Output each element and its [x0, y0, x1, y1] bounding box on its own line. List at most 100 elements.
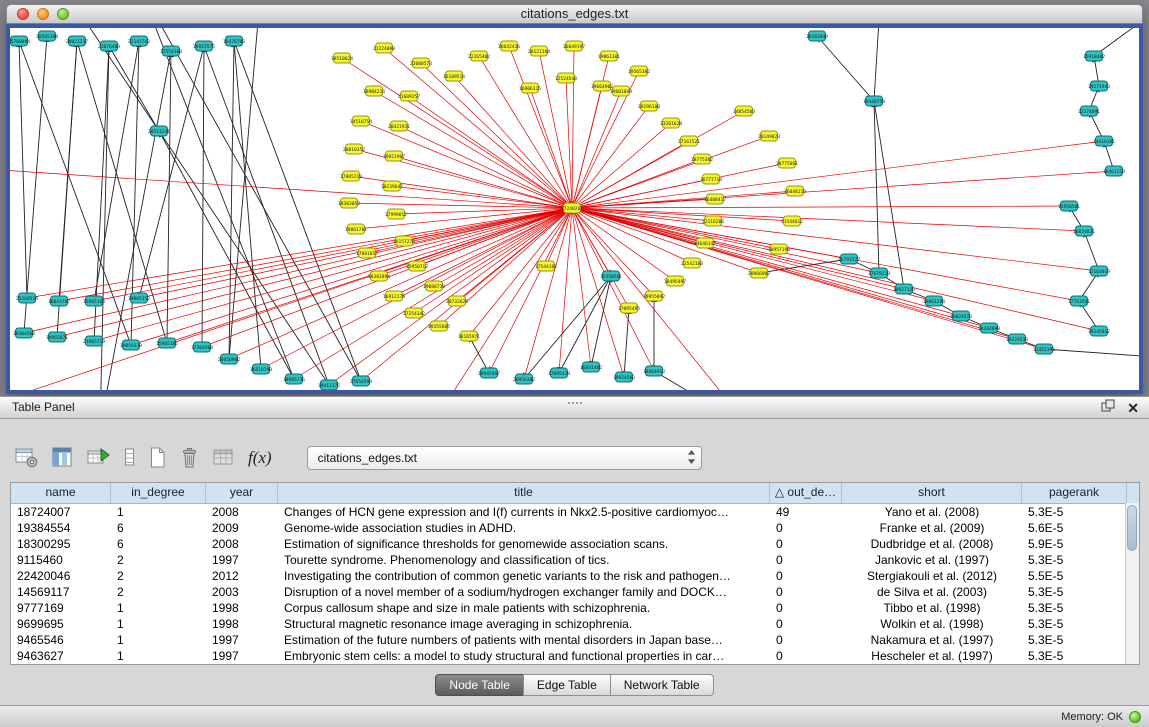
network-node[interactable]: 22542183	[681, 258, 703, 268]
network-node[interactable]: 18775302	[691, 154, 713, 164]
network-node[interactable]: 17254342	[403, 308, 425, 318]
network-node[interactable]: 19861701	[345, 224, 367, 234]
network-node[interactable]: 17161521	[678, 136, 700, 146]
network-node[interactable]: 16189514	[443, 71, 465, 81]
network-node[interactable]: 19245012	[1088, 326, 1110, 336]
network-node[interactable]: 19921907	[383, 151, 405, 161]
network-node[interactable]: 17654599	[350, 376, 372, 386]
network-node[interactable]: 18495497	[664, 276, 686, 286]
network-node[interactable]: 18985736	[283, 374, 305, 384]
network-node[interactable]: 20810352	[343, 144, 365, 154]
network-node[interactable]: 15950712	[406, 261, 428, 271]
network-node[interactable]: 21609257	[398, 91, 420, 101]
network-node[interactable]: 18464913	[643, 366, 665, 376]
table-row[interactable]: 946362711997Embryonic stem cells: a mode…	[11, 648, 1139, 664]
network-node[interactable]: 17240261	[561, 203, 583, 213]
network-node[interactable]: 19565382	[628, 66, 650, 76]
network-node[interactable]: 14518754	[350, 116, 372, 126]
network-node[interactable]: 13201628	[660, 118, 682, 128]
network-node[interactable]: 21224098	[373, 43, 395, 53]
network-node[interactable]: 16642436	[498, 41, 520, 51]
panel-resize-handle[interactable]	[568, 397, 582, 404]
scrollbar-thumb[interactable]	[1127, 505, 1137, 551]
network-node[interactable]: 17081657	[356, 248, 378, 258]
network-node[interactable]: 20956382	[513, 374, 535, 384]
network-node[interactable]: 18303052	[338, 198, 360, 208]
network-node[interactable]: 16157278	[393, 236, 415, 246]
network-node[interactable]: 14416381	[1093, 136, 1115, 146]
close-panel-icon[interactable]: ✕	[1127, 401, 1139, 415]
network-node[interactable]: 15358581	[600, 271, 622, 281]
function-builder-button[interactable]: f(x)	[248, 444, 272, 472]
network-node[interactable]: 20732625	[446, 296, 468, 306]
network-node[interactable]: 20421931	[388, 121, 410, 131]
network-node[interactable]: 22141763	[128, 36, 150, 46]
column-header-3[interactable]: title	[278, 483, 770, 503]
tab-network-table[interactable]: Network Table	[610, 674, 714, 696]
table-options-button[interactable]	[14, 444, 40, 472]
network-node[interactable]: 15918402	[1083, 51, 1105, 61]
table-selector-dropdown[interactable]: citations_edges.txt	[307, 446, 702, 470]
network-node[interactable]: 20650902	[218, 354, 240, 364]
network-node[interactable]: 17679219	[868, 268, 890, 278]
network-node[interactable]: 14854503	[733, 106, 755, 116]
network-node[interactable]: 18775061	[776, 158, 798, 168]
network-node[interactable]: 12116206	[702, 216, 724, 226]
network-node[interactable]: 20966902	[748, 268, 770, 278]
network-node[interactable]: 16048219	[784, 186, 806, 196]
network-node[interactable]: 19224533	[1006, 334, 1028, 344]
network-node[interactable]: 21076409	[98, 41, 120, 51]
network-node[interactable]: 16488417	[704, 194, 726, 204]
table-row[interactable]: 1872400712008Changes of HCN gene express…	[11, 504, 1139, 520]
network-node[interactable]: 17554300	[160, 46, 182, 56]
network-node[interactable]: 18984214	[363, 86, 385, 96]
network-node[interactable]: 20513241	[148, 126, 170, 136]
table-row[interactable]: 969969511998Structural magnetic resonanc…	[11, 616, 1139, 632]
network-node[interactable]: 20149823	[758, 131, 780, 141]
table-row[interactable]: 1456911722003Disruption of a novel membe…	[11, 584, 1139, 600]
network-node[interactable]: 16024523	[950, 311, 972, 321]
select-columns-button[interactable]	[51, 444, 75, 472]
network-node[interactable]: 15905185	[156, 338, 178, 348]
network-node[interactable]: 18304560	[13, 328, 35, 338]
network-node[interactable]: 19005152	[128, 293, 150, 303]
table-vertical-scrollbar[interactable]	[1125, 503, 1139, 664]
table-row[interactable]: 1938455462009Genome-wide association stu…	[11, 520, 1139, 536]
network-node[interactable]: 19965871	[46, 332, 68, 342]
network-node[interactable]: 19448754	[863, 96, 885, 106]
close-window-button[interactable]	[17, 8, 29, 20]
network-node[interactable]: 22080573	[410, 58, 432, 68]
network-node[interactable]: 18239647	[381, 181, 403, 191]
network-window-titlebar[interactable]: citations_edges.txt	[6, 4, 1143, 24]
network-node[interactable]: 16791527	[838, 254, 860, 264]
network-node[interactable]: 20121104	[528, 46, 550, 56]
network-node[interactable]: 17504980	[191, 342, 213, 352]
table-row[interactable]: 946554611997Estimation of the future num…	[11, 632, 1139, 648]
network-node[interactable]: 19271943	[1088, 81, 1110, 91]
network-node[interactable]: 12103019	[1088, 266, 1110, 276]
table-row[interactable]: 977716911998Corpus callosum shape and si…	[11, 600, 1139, 616]
network-node[interactable]: 18183049	[806, 31, 828, 41]
network-node[interactable]: 19601049	[610, 86, 632, 96]
network-node[interactable]: 18196180	[638, 101, 660, 111]
network-node[interactable]: 17095429	[548, 368, 570, 378]
network-node[interactable]: 15958501	[1058, 201, 1080, 211]
network-node[interactable]: 16777714	[700, 174, 722, 184]
network-node[interactable]: 18927125	[893, 284, 915, 294]
network-node[interactable]: 16476706	[223, 36, 245, 46]
column-header-4[interactable]: △ out_de…	[770, 483, 842, 503]
network-canvas[interactable]: 1724026118510624212240982208057316189514…	[10, 28, 1139, 390]
network-node[interactable]: 17999012	[385, 209, 407, 219]
zoom-window-button[interactable]	[57, 8, 69, 20]
network-node[interactable]: 16912178	[383, 291, 405, 301]
network-node[interactable]: 20021237	[66, 36, 88, 46]
table-row[interactable]: 2242004622012Investigating the contribut…	[11, 568, 1139, 584]
network-node[interactable]: 19355885	[428, 321, 450, 331]
create-column-button[interactable]	[147, 444, 168, 472]
network-node[interactable]: 22265402	[468, 51, 490, 61]
network-node[interactable]: 19088739	[423, 281, 445, 291]
network-node[interactable]: 16841482	[580, 362, 602, 372]
minimize-window-button[interactable]	[37, 8, 49, 20]
network-node[interactable]: 19915575	[193, 41, 215, 51]
network-node[interactable]: 25760894	[10, 36, 30, 46]
